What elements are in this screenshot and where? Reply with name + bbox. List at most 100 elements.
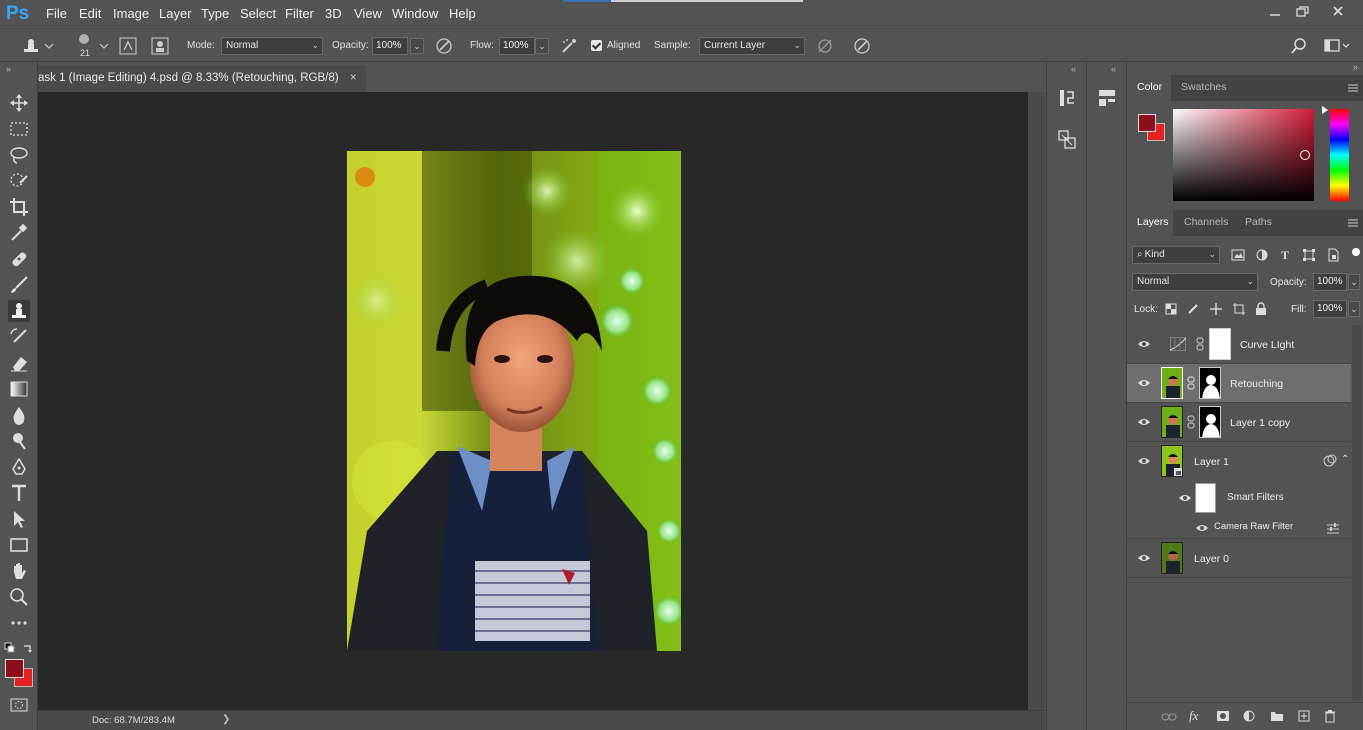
eyedropper-tool-icon[interactable] [8, 222, 30, 244]
add-mask-icon[interactable] [1216, 710, 1230, 722]
link-icon[interactable] [1196, 337, 1204, 351]
pressure-opacity-icon[interactable] [435, 37, 453, 55]
new-adjustment-layer-icon[interactable] [1243, 710, 1255, 722]
hue-slider[interactable] [1330, 109, 1349, 201]
pressure-size-icon[interactable] [853, 37, 871, 55]
chevron-down-icon[interactable] [44, 42, 54, 50]
dodge-tool-icon[interactable] [8, 430, 30, 452]
tab-layers[interactable]: Layers [1137, 216, 1169, 228]
layer-thumbnail[interactable] [1161, 445, 1183, 477]
layer-style-fx-icon[interactable]: fx [1189, 708, 1198, 724]
color-panel-foreground-swatch[interactable] [1138, 114, 1156, 132]
clone-stamp-tool-icon[interactable] [8, 300, 30, 322]
visibility-eye-icon[interactable] [1195, 523, 1209, 533]
clone-source-icon[interactable] [151, 37, 169, 55]
history-brush-tool-icon[interactable] [8, 326, 30, 348]
layer-thumbnail[interactable] [1161, 542, 1183, 574]
type-tool-icon[interactable] [8, 482, 30, 504]
menu-type[interactable]: Type [201, 6, 229, 21]
blur-tool-icon[interactable] [8, 404, 30, 426]
close-icon[interactable] [1329, 4, 1349, 20]
smart-filters-row[interactable]: Smart Filters [1127, 481, 1351, 517]
lock-image-pixels-icon[interactable] [1187, 303, 1199, 315]
panel-menu-icon[interactable] [1347, 218, 1359, 228]
layer-filter-kind-select[interactable]: ⌕ Kind ⌄ [1132, 246, 1220, 264]
filter-smart-object-icon[interactable] [1327, 248, 1339, 262]
tab-paths[interactable]: Paths [1245, 216, 1272, 228]
link-icon[interactable] [1187, 376, 1195, 390]
document-tab[interactable]: ask 1 (Image Editing) 4.psd @ 8.33% (Ret… [38, 66, 366, 92]
expand-arrows-icon[interactable]: « [1111, 64, 1116, 74]
eraser-tool-icon[interactable] [8, 352, 30, 374]
filter-shape-icon[interactable] [1303, 249, 1315, 261]
layer-row[interactable]: Layer 1 copy [1127, 403, 1351, 442]
tab-channels[interactable]: Channels [1184, 216, 1228, 228]
opacity-dropdown[interactable]: ⌄ [410, 38, 424, 54]
tab-swatches[interactable]: Swatches [1181, 81, 1227, 93]
menu-window[interactable]: Window [392, 6, 438, 21]
new-group-folder-icon[interactable] [1270, 710, 1284, 722]
link-icon[interactable] [1187, 415, 1195, 429]
layer-thumbnail[interactable] [1161, 367, 1183, 399]
more-tools-icon[interactable] [8, 612, 30, 634]
panel-menu-icon[interactable] [1347, 83, 1359, 93]
blend-mode-select[interactable]: Normal ⌄ [1132, 273, 1258, 291]
quick-selection-tool-icon[interactable] [8, 170, 30, 192]
lock-all-icon[interactable] [1255, 302, 1267, 316]
layer-row[interactable]: Curve LIght [1127, 325, 1351, 364]
flow-input[interactable]: 100% [499, 37, 535, 55]
airbrush-icon[interactable] [560, 37, 578, 55]
menu-file[interactable]: File [46, 6, 67, 21]
crop-tool-icon[interactable] [8, 196, 30, 218]
opacity-input[interactable]: 100% [372, 37, 408, 55]
blending-options-icon[interactable] [1326, 522, 1340, 534]
layer-mask-thumbnail[interactable] [1199, 406, 1221, 438]
link-layers-icon[interactable] [1161, 711, 1177, 723]
layer-row[interactable]: Layer 1 ⌃ [1127, 442, 1351, 481]
flow-dropdown[interactable]: ⌄ [535, 38, 549, 54]
hue-slider-handle[interactable] [1322, 106, 1328, 114]
visibility-eye-icon[interactable] [1178, 493, 1192, 503]
menu-layer[interactable]: Layer [159, 6, 192, 21]
gradient-tool-icon[interactable] [8, 378, 30, 400]
smart-filter-options-icon[interactable] [1323, 454, 1337, 468]
collapse-arrows-icon[interactable]: » [6, 64, 11, 74]
layer-row[interactable]: Layer 0 [1127, 539, 1351, 578]
chevron-down-icon[interactable] [99, 42, 109, 50]
search-icon[interactable] [1290, 37, 1308, 55]
layer-mask-thumbnail[interactable] [1199, 367, 1221, 399]
restore-icon[interactable] [1293, 4, 1313, 20]
quick-mask-icon[interactable] [10, 698, 28, 712]
collapse-effects-icon[interactable]: ⌃ [1341, 454, 1349, 465]
tab-color[interactable]: Color [1137, 81, 1162, 93]
menu-select[interactable]: Select [240, 6, 276, 21]
color-field[interactable] [1173, 109, 1314, 201]
brush-tool-icon[interactable] [8, 274, 30, 296]
lasso-tool-icon[interactable] [8, 144, 30, 166]
fill-dropdown[interactable]: ⌄ [1348, 301, 1360, 317]
document-image[interactable] [347, 151, 681, 651]
menu-filter[interactable]: Filter [285, 6, 314, 21]
visibility-eye-icon[interactable] [1137, 378, 1151, 388]
layer-opacity-input[interactable]: 100% [1313, 273, 1347, 291]
layers-scrollbar[interactable] [1352, 325, 1362, 700]
healing-brush-tool-icon[interactable] [8, 248, 30, 270]
history-icon[interactable] [1055, 86, 1079, 110]
layer-thumbnail[interactable] [1161, 406, 1183, 438]
hand-tool-icon[interactable] [8, 560, 30, 582]
visibility-eye-icon[interactable] [1137, 456, 1151, 466]
lock-position-icon[interactable] [1209, 302, 1223, 316]
menu-3d[interactable]: 3D [325, 6, 342, 21]
mode-select[interactable]: Normal ⌄ [221, 37, 323, 55]
default-colors-icon[interactable] [4, 642, 16, 654]
visibility-eye-icon[interactable] [1137, 339, 1151, 349]
filter-type-icon[interactable]: T [1281, 248, 1289, 263]
camera-raw-filter-row[interactable]: Camera Raw Filter [1127, 517, 1351, 539]
vertical-scrollbar[interactable] [1028, 92, 1045, 710]
brush-settings-icon[interactable] [119, 37, 137, 55]
layer-opacity-dropdown[interactable]: ⌄ [1348, 274, 1360, 290]
ignore-adjustment-icon[interactable] [816, 37, 834, 55]
visibility-eye-icon[interactable] [1137, 553, 1151, 563]
clone-stamp-icon[interactable] [20, 37, 42, 55]
delete-layer-trash-icon[interactable] [1324, 709, 1336, 723]
